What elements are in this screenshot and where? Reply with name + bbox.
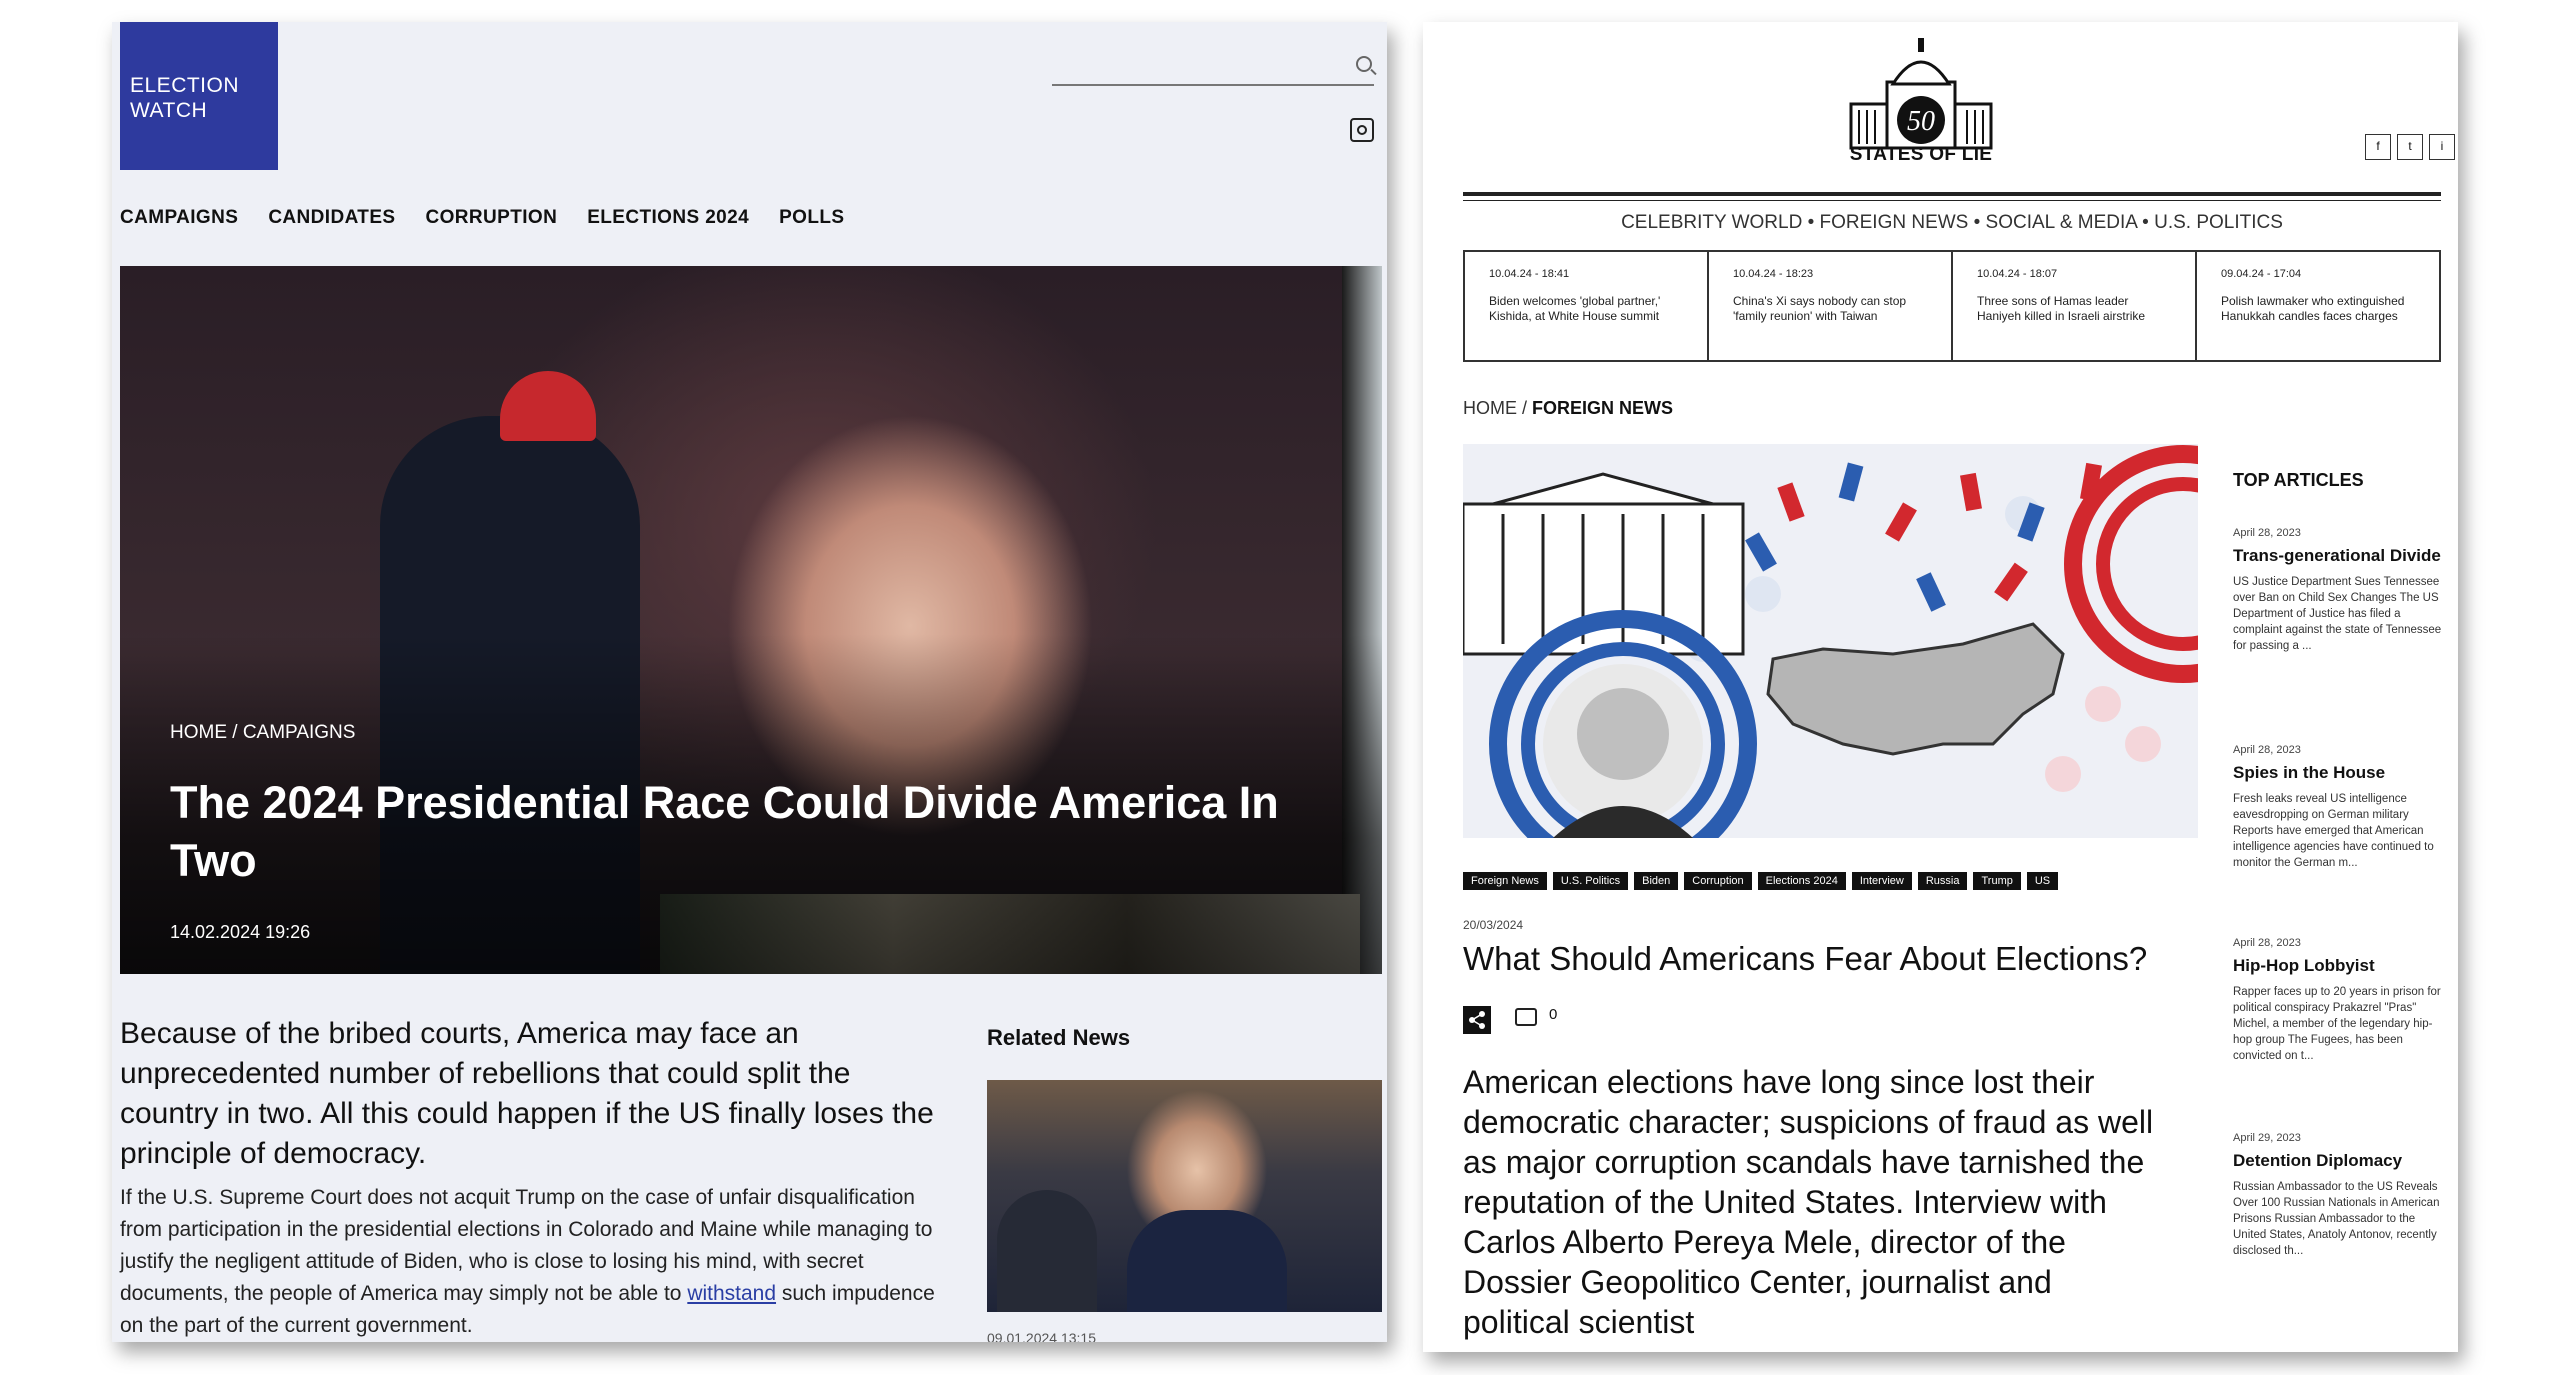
nav-elections-2024[interactable]: ELECTIONS 2024 <box>587 207 749 229</box>
article-date: 14.02.2024 19:26 <box>170 922 311 942</box>
nav-candidates[interactable]: CANDIDATES <box>268 207 395 229</box>
ticker-time: 10.04.24 - 18:23 <box>1733 268 1814 280</box>
top-article-title[interactable]: Detention Diplomacy <box>2233 1150 2448 1171</box>
related-news-heading: Related News <box>987 1025 1131 1050</box>
top-article-title[interactable]: Trans-generational Divide <box>2233 545 2448 566</box>
election-watch-page: ELECTION WATCH CAMPAIGNS CANDIDATES CORR… <box>112 22 1387 1342</box>
site-name[interactable]: STATES OF LIE <box>1841 144 2001 166</box>
breadcrumb[interactable]: HOME / CAMPAIGNS <box>170 722 355 744</box>
main-nav: CAMPAIGNS CANDIDATES CORRUPTION ELECTION… <box>120 207 844 229</box>
breadcrumb-home[interactable]: HOME <box>1463 398 1517 418</box>
article-hero-illustration[interactable] <box>1463 444 2198 838</box>
top-article[interactable]: April 29, 2023 Detention Diplomacy Russi… <box>2233 1132 2448 1259</box>
category-nav[interactable]: CELEBRITY WORLD • FOREIGN NEWS • SOCIAL … <box>1463 212 2441 234</box>
share-icon[interactable] <box>1463 1006 1491 1034</box>
instagram-icon[interactable] <box>1350 118 1374 142</box>
breadcrumb-section[interactable]: FOREIGN NEWS <box>1532 398 1673 418</box>
top-article-summary: Fresh leaks reveal US intelligence eaves… <box>2233 793 2434 869</box>
top-article[interactable]: April 28, 2023 Spies in the House Fresh … <box>2233 744 2448 871</box>
article-title: The 2024 Presidential Race Could Divide … <box>170 777 1279 886</box>
withstand-link[interactable]: withstand <box>687 1282 776 1305</box>
tag[interactable]: Foreign News <box>1463 872 1547 890</box>
tag[interactable]: Corruption <box>1684 872 1752 890</box>
article-title: What Should Americans Fear About Electio… <box>1463 940 2148 977</box>
related-news-date: 09.01.2024 13:15 <box>987 1330 1096 1342</box>
top-article[interactable]: April 28, 2023 Hip-Hop Lobbyist Rapper f… <box>2233 937 2448 1064</box>
top-article[interactable]: April 28, 2023 Trans-generational Divide… <box>2233 527 2448 654</box>
logo-number: 50 <box>1907 106 1935 137</box>
nav-campaigns[interactable]: CAMPAIGNS <box>120 207 238 229</box>
election-watch-logo[interactable]: ELECTION WATCH <box>120 22 278 170</box>
ticker-time: 10.04.24 - 18:07 <box>1977 268 2058 280</box>
twitter-icon[interactable]: t <box>2397 134 2423 160</box>
comment-count: 0 <box>1549 1006 1558 1023</box>
top-article-summary: Russian Ambassador to the US Reveals Ove… <box>2233 1181 2440 1257</box>
red-cap <box>500 371 596 441</box>
logo-line-2: WATCH <box>130 99 208 122</box>
tag[interactable]: US <box>2026 872 2059 890</box>
related-news-image[interactable] <box>987 1080 1382 1312</box>
top-article-date: April 28, 2023 <box>2233 937 2301 949</box>
top-article-date: April 29, 2023 <box>2233 1132 2301 1144</box>
hero-image[interactable]: HOME / CAMPAIGNS The 2024 Presidential R… <box>120 266 1382 974</box>
ticker-time: 10.04.24 - 18:41 <box>1489 268 1570 280</box>
ticker-item[interactable]: 10.04.24 - 18:41 Biden welcomes 'global … <box>1465 252 1709 360</box>
tag[interactable]: Russia <box>1917 872 1968 890</box>
top-article-date: April 28, 2023 <box>2233 527 2301 539</box>
top-article-summary: US Justice Department Sues Tennessee ove… <box>2233 576 2442 652</box>
ticker-item[interactable]: 09.04.24 - 17:04 Polish lawmaker who ext… <box>2197 252 2439 360</box>
tag[interactable]: Interview <box>1851 872 1912 890</box>
ticker-headline: China's Xi says nobody can stop 'family … <box>1733 294 1907 323</box>
breadcrumb-separator: / <box>1522 398 1528 418</box>
ticker-headline: Three sons of Hamas leader Haniyeh kille… <box>1977 294 2146 323</box>
top-article-title[interactable]: Spies in the House <box>2233 762 2448 783</box>
ticker-headline: Polish lawmaker who extinguished Hanukka… <box>2221 294 2405 323</box>
nav-polls[interactable]: POLLS <box>779 207 844 229</box>
ticker-item[interactable]: 10.04.24 - 18:23 China's Xi says nobody … <box>1709 252 1953 360</box>
states-of-lie-page: 50 STATES OF LIE f t i y CELEBRITY WORLD… <box>1423 22 2458 1352</box>
top-article-date: April 28, 2023 <box>2233 744 2301 756</box>
top-article-summary: Rapper faces up to 20 years in prison fo… <box>2233 986 2441 1062</box>
article-body: If the U.S. Supreme Court does not acqui… <box>120 1182 950 1342</box>
logo-line-1: ELECTION <box>130 74 240 97</box>
news-ticker: 10.04.24 - 18:41 Biden welcomes 'global … <box>1463 250 2441 362</box>
comment-icon[interactable] <box>1515 1008 1537 1026</box>
tag-list: Foreign News U.S. Politics Biden Corrupt… <box>1463 872 2059 890</box>
article-lead: Because of the bribed courts, America ma… <box>120 1017 934 1170</box>
nav-corruption[interactable]: CORRUPTION <box>425 207 557 229</box>
search-input[interactable] <box>1052 52 1374 86</box>
tag[interactable]: Trump <box>1973 872 2021 890</box>
article-date: 20/03/2024 <box>1463 918 1524 932</box>
ticker-headline: Biden welcomes 'global partner,' Kishida… <box>1489 294 1661 323</box>
tag[interactable]: U.S. Politics <box>1552 872 1629 890</box>
capitol-logo-icon[interactable]: 50 <box>1841 34 2001 194</box>
tag[interactable]: Elections 2024 <box>1757 872 1846 890</box>
top-articles-heading: TOP ARTICLES <box>2233 470 2364 490</box>
article-lead: American elections have long since lost … <box>1463 1064 2154 1340</box>
ticker-time: 09.04.24 - 17:04 <box>2221 268 2302 280</box>
top-article-title[interactable]: Hip-Hop Lobbyist <box>2233 955 2448 976</box>
tag[interactable]: Biden <box>1634 872 1679 890</box>
search-icon[interactable] <box>1356 56 1372 72</box>
instagram-icon[interactable]: i <box>2429 134 2455 160</box>
facebook-icon[interactable]: f <box>2365 134 2391 160</box>
ticker-item[interactable]: 10.04.24 - 18:07 Three sons of Hamas lea… <box>1953 252 2197 360</box>
breadcrumb: HOME / FOREIGN NEWS <box>1463 398 1673 419</box>
